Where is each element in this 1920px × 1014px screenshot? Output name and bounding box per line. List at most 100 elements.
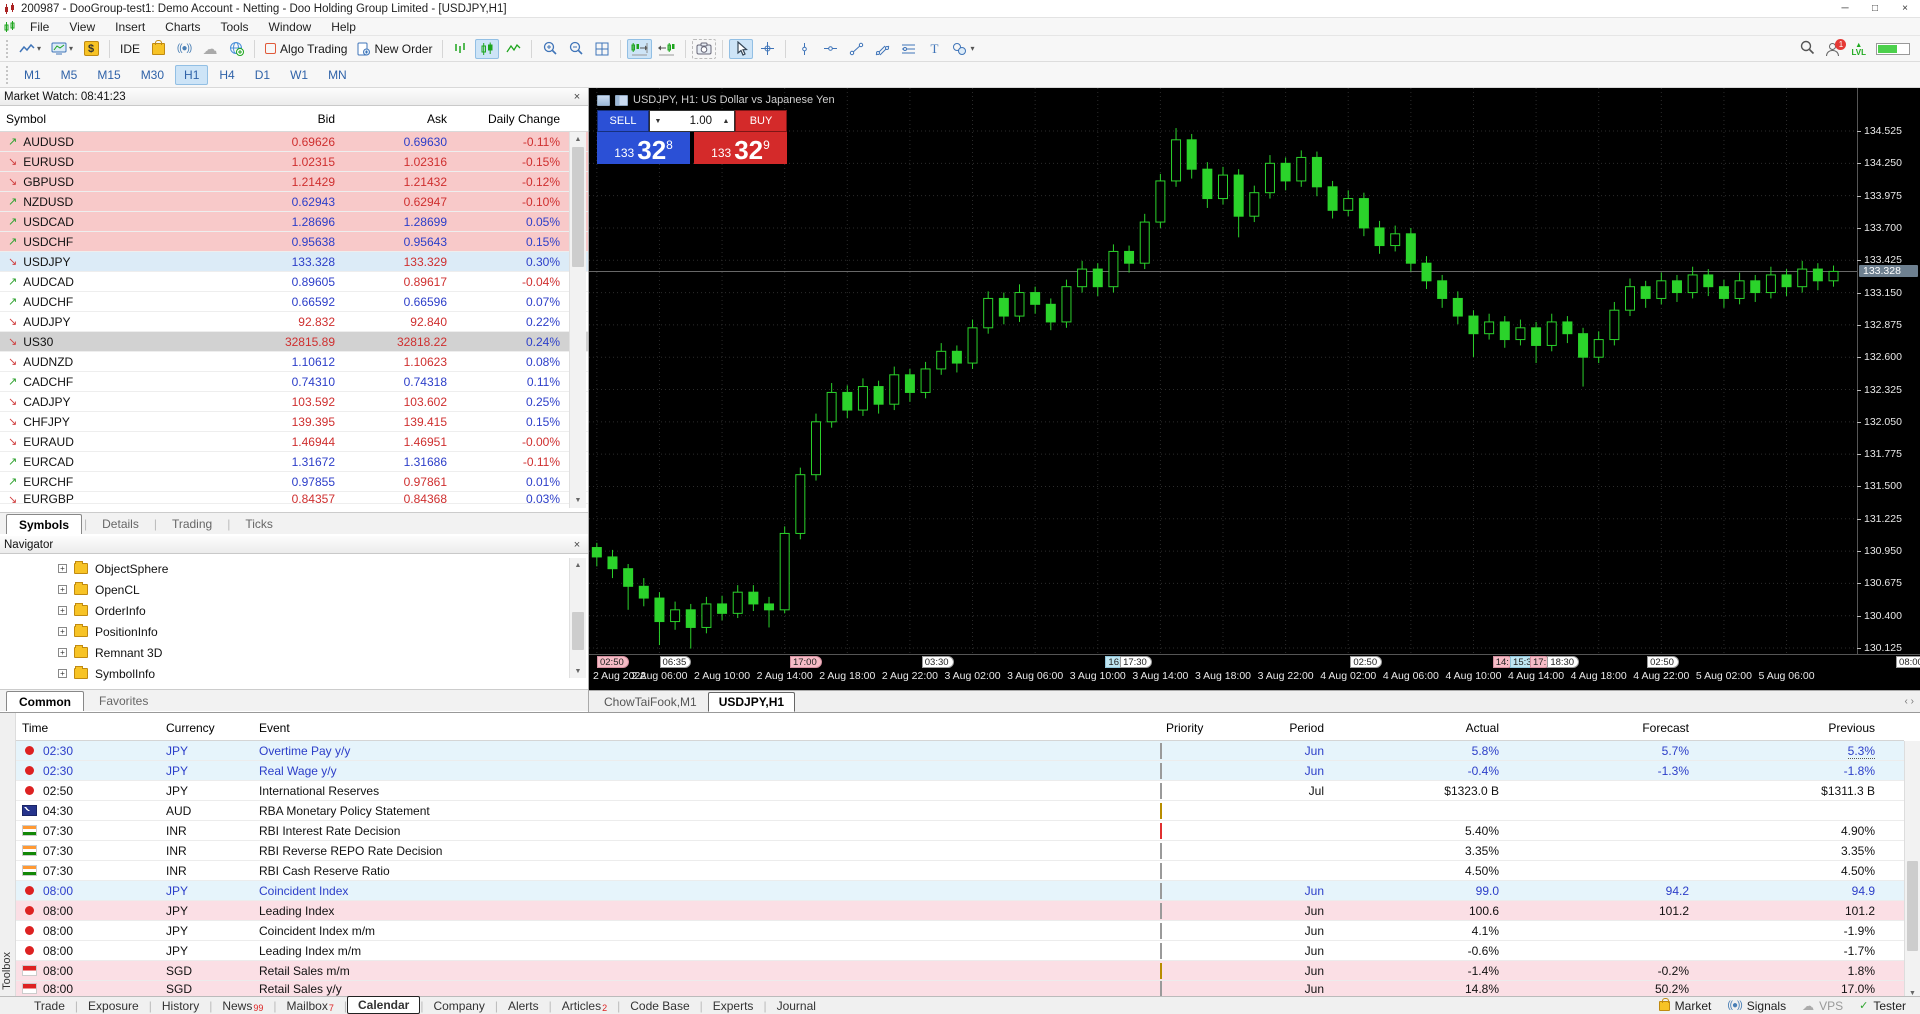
tab-news[interactable]: News99 — [212, 997, 273, 1014]
timeframe-d1[interactable]: D1 — [246, 65, 279, 85]
expand-icon[interactable]: + — [58, 606, 67, 615]
chart-list-icon[interactable] — [597, 95, 610, 106]
tab-company[interactable]: Company — [423, 997, 494, 1014]
market-watch-row[interactable]: ↗AUDCHF0.665920.665960.07% — [0, 292, 588, 312]
event-marker[interactable]: 02:50 — [1647, 656, 1679, 668]
menu-item-view[interactable]: View — [59, 19, 105, 35]
time-axis[interactable]: 2 Aug 20222 Aug 06:002 Aug 10:002 Aug 14… — [589, 654, 1920, 690]
chart-profile-button[interactable]: ▾ — [47, 39, 77, 59]
calendar-row[interactable]: 08:00JPYCoincident IndexJun99.094.294.9 — [16, 881, 1904, 901]
menu-item-tools[interactable]: Tools — [211, 19, 259, 35]
navigator-item-symbolinfo[interactable]: +SymbolInfo — [0, 663, 588, 682]
menu-item-file[interactable]: File — [20, 19, 59, 35]
market-button[interactable] — [146, 39, 170, 59]
fibo-tool-button[interactable] — [896, 39, 920, 59]
status-market[interactable]: Market — [1659, 999, 1712, 1013]
status-vps[interactable]: ☁VPS — [1802, 999, 1843, 1013]
timeframe-m15[interactable]: M15 — [88, 65, 129, 85]
calendar-row[interactable]: 02:50JPYInternational ReservesJul$1323.0… — [16, 781, 1904, 801]
tab-trading[interactable]: Trading — [159, 514, 225, 534]
notifications-button[interactable]: 1 — [1825, 42, 1841, 56]
timeframe-m5[interactable]: M5 — [52, 65, 87, 85]
event-marker[interactable]: 02:50 — [1350, 656, 1382, 668]
market-watch-row[interactable]: ↘EURAUD1.469441.46951-0.00% — [0, 432, 588, 452]
calendar-col-actual[interactable]: Actual — [1330, 721, 1505, 735]
crosshair-button[interactable] — [755, 39, 779, 59]
timeframe-w1[interactable]: W1 — [281, 65, 317, 85]
navigator-item-remnant-3d[interactable]: +Remnant 3D — [0, 642, 588, 663]
maximize-button[interactable]: □ — [1860, 0, 1890, 18]
calendar-col-time[interactable]: Time — [16, 721, 160, 735]
navigator-item-opencl[interactable]: +OpenCL — [0, 579, 588, 600]
calendar-col-forecast[interactable]: Forecast — [1505, 721, 1695, 735]
tab-mailbox[interactable]: Mailbox7 — [276, 997, 343, 1014]
event-marker[interactable]: 18:30 — [1547, 656, 1579, 668]
channel-tool-button[interactable] — [870, 39, 894, 59]
menu-item-charts[interactable]: Charts — [155, 19, 210, 35]
navigator-item-positioninfo[interactable]: +PositionInfo — [0, 621, 588, 642]
chart-plot-area[interactable] — [589, 88, 1857, 654]
tab-ticks[interactable]: Ticks — [232, 514, 286, 534]
scroll-down-icon[interactable]: ▼ — [570, 664, 586, 678]
price-axis[interactable]: 134.525134.250133.975133.700133.425133.1… — [1857, 88, 1920, 654]
calendar-row[interactable]: 08:00JPYLeading IndexJun100.6101.2101.2 — [16, 901, 1904, 921]
navigator-item-orderinfo[interactable]: +OrderInfo — [0, 600, 588, 621]
trendline-tool-button[interactable] — [844, 39, 868, 59]
chart-panel[interactable]: 134.525134.250133.975133.700133.425133.1… — [589, 88, 1920, 712]
status-signals[interactable]: ((●))Signals — [1727, 999, 1786, 1013]
market-watch-col-daily-change[interactable]: Daily Change — [453, 112, 566, 126]
lvl-indicator[interactable]: ▲LVL — [1851, 42, 1866, 56]
calendar-scrollbar[interactable]: ▼ — [1904, 741, 1920, 997]
market-watch-row[interactable]: ↘US3032815.8932818.220.24% — [0, 332, 588, 352]
hline-tool-button[interactable] — [818, 39, 842, 59]
candles-mode-button[interactable] — [475, 39, 499, 59]
tab-articles[interactable]: Articles2 — [552, 997, 617, 1014]
volume-down-icon[interactable]: ▼ — [650, 118, 666, 125]
navigator-scrollbar[interactable]: ▲ ▼ — [569, 558, 586, 678]
text-tool-button[interactable]: T — [922, 39, 946, 59]
calendar-row[interactable]: 07:30INRRBI Reverse REPO Rate Decision3.… — [16, 841, 1904, 861]
market-watch-row[interactable]: ↗EURCHF0.978550.978610.01% — [0, 472, 588, 492]
event-marker[interactable]: 17:30 — [1120, 656, 1152, 668]
calendar-col-priority[interactable]: Priority — [1160, 721, 1255, 735]
calendar-row[interactable]: 02:30JPYOvertime Pay y/yJun5.8%5.7%5.3% — [16, 741, 1904, 761]
tile-windows-button[interactable] — [590, 39, 614, 59]
calendar-column-headers[interactable]: TimeCurrencyEventPriorityPeriodActualFor… — [16, 715, 1904, 741]
tab-trade[interactable]: Trade — [24, 997, 75, 1014]
toolbox-side-tab[interactable]: Toolbox — [0, 713, 16, 996]
timeframe-h4[interactable]: H4 — [210, 65, 243, 85]
event-marker[interactable]: 08:00 — [1896, 656, 1920, 668]
market-watch-row[interactable]: ↗USDCHF0.956380.956430.15% — [0, 232, 588, 252]
market-watch-row[interactable]: ↗AUDCAD0.896050.89617-0.04% — [0, 272, 588, 292]
sell-price[interactable]: 133328 — [597, 132, 690, 164]
tab-experts[interactable]: Experts — [703, 997, 764, 1014]
market-watch-row[interactable]: ↘EURUSD1.023151.02316-0.15% — [0, 152, 588, 172]
market-watch-row[interactable]: ↘AUDJPY92.83292.8400.22% — [0, 312, 588, 332]
tab-details[interactable]: Details — [89, 514, 152, 534]
navigator-close-icon[interactable]: × — [570, 539, 584, 551]
menu-item-help[interactable]: Help — [321, 19, 366, 35]
buy-button[interactable]: BUY — [735, 110, 787, 132]
calendar-row[interactable]: 08:00SGDRetail Sales m/mJun-1.4%-0.2%1.8… — [16, 961, 1904, 981]
calendar-row[interactable]: 07:30INRRBI Interest Rate Decision5.40%4… — [16, 821, 1904, 841]
calendar-row[interactable]: 08:00JPYCoincident Index m/mJun4.1%-1.9% — [16, 921, 1904, 941]
status-tester[interactable]: ✓Tester — [1859, 999, 1906, 1013]
tab-symbols[interactable]: Symbols — [6, 514, 82, 534]
tab-history[interactable]: History — [152, 997, 209, 1014]
market-watch-row[interactable]: ↘GBPUSD1.214291.21432-0.12% — [0, 172, 588, 192]
timeframe-m30[interactable]: M30 — [132, 65, 173, 85]
signals-button[interactable]: ((●)) — [172, 39, 196, 59]
auto-scroll-button[interactable] — [654, 39, 679, 59]
shift-end-button[interactable] — [627, 39, 652, 59]
expand-icon[interactable]: + — [58, 627, 67, 636]
menu-item-insert[interactable]: Insert — [105, 19, 155, 35]
chart-tab-usdjpy-h1[interactable]: USDJPY,H1 — [708, 692, 795, 712]
market-watch-row[interactable]: ↗EURCAD1.316721.31686-0.11% — [0, 452, 588, 472]
market-watch-row[interactable]: ↘USDJPY133.328133.3290.30% — [0, 252, 588, 272]
market-watch-row[interactable]: ↘CHFJPY139.395139.4150.15% — [0, 412, 588, 432]
screenshot-button[interactable] — [692, 39, 716, 59]
market-watch-row[interactable]: ↗NZDUSD0.629430.62947-0.10% — [0, 192, 588, 212]
expand-icon[interactable]: + — [58, 669, 67, 678]
shapes-tool-button[interactable]: ▾ — [948, 39, 978, 59]
chart-tab-chowtaifook-m1[interactable]: ChowTaiFook,M1 — [593, 692, 708, 712]
